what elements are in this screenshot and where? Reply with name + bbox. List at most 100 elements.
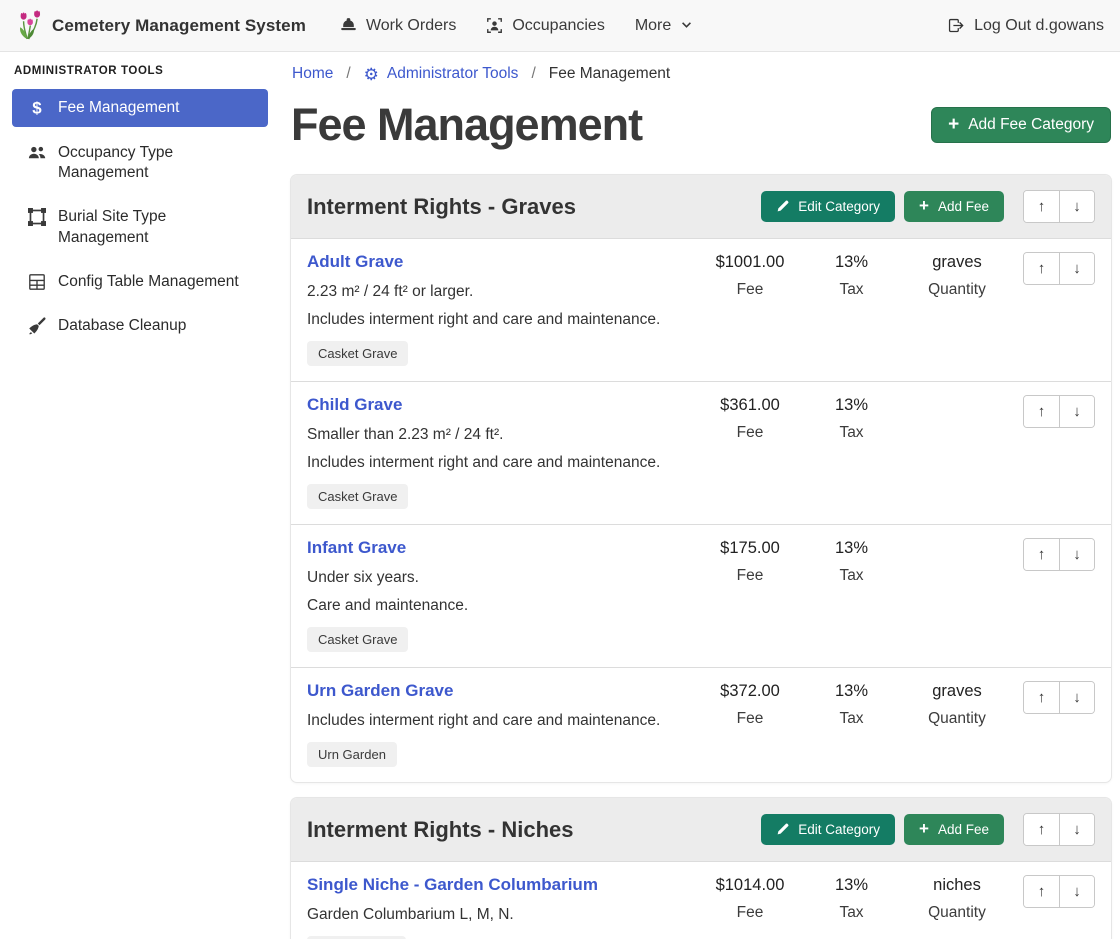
breadcrumb-separator: /: [346, 65, 350, 83]
fee-category-card: Interment Rights - Niches Edit Category …: [291, 798, 1111, 939]
hard-hat-icon: [340, 17, 357, 34]
main-content: Home / ⚙ Administrator Tools / Fee Manag…: [280, 52, 1120, 939]
move-category-down-button[interactable]: ↓: [1059, 814, 1094, 845]
fee-quantity-label: Quantity: [903, 904, 1011, 922]
fee-name-link[interactable]: Infant Grave: [307, 538, 406, 558]
category-reorder-group: ↑ ↓: [1023, 813, 1095, 846]
fee-description: Care and maintenance.: [307, 597, 692, 615]
add-fee-category-button[interactable]: + Add Fee Category: [931, 107, 1111, 143]
navbar-item[interactable]: Work Orders: [340, 17, 456, 35]
breadcrumb-admin-label: Administrator Tools: [387, 65, 519, 83]
fee-name-link[interactable]: Single Niche - Garden Columbarium: [307, 875, 598, 895]
edit-category-label: Edit Category: [798, 199, 880, 214]
navbar-item-label: More: [635, 17, 671, 35]
fee-amount-label: Fee: [700, 567, 800, 585]
category-title: Interment Rights - Niches: [307, 817, 752, 843]
fee-categories: Interment Rights - Graves Edit Category …: [291, 175, 1111, 939]
fee-name-link[interactable]: Adult Grave: [307, 252, 403, 272]
fee-description: Under six years.: [307, 569, 692, 587]
move-fee-down-button[interactable]: ↓: [1059, 396, 1094, 427]
add-fee-category-label: Add Fee Category: [968, 116, 1094, 134]
category-header: Interment Rights - Graves Edit Category …: [291, 175, 1111, 238]
fee-tax: 13%: [800, 253, 903, 272]
gear-icon: ⚙: [364, 66, 379, 83]
breadcrumb-separator: /: [531, 65, 535, 83]
plus-icon: +: [919, 820, 929, 837]
pencil-icon: [776, 200, 789, 213]
move-category-up-button[interactable]: ↑: [1024, 191, 1059, 222]
sidebar-item-occupancy-type-management[interactable]: Occupancy Type Management: [12, 135, 268, 191]
sidebar-item-config-table-management[interactable]: Config Table Management: [12, 264, 268, 300]
table-icon: [27, 272, 47, 291]
sidebar: ADMINISTRATOR TOOLS Fee Management Occup…: [0, 52, 280, 352]
add-fee-label: Add Fee: [938, 199, 989, 214]
fee-type-badge: Casket Grave: [307, 484, 408, 509]
fee-tax: 13%: [800, 682, 903, 701]
add-fee-button[interactable]: + Add Fee: [904, 814, 1004, 845]
logout-label: Log Out d.gowans: [974, 17, 1104, 35]
add-fee-button[interactable]: + Add Fee: [904, 191, 1004, 222]
sidebar-item-fee-management[interactable]: Fee Management: [12, 89, 268, 127]
fee-tax: 13%: [800, 876, 903, 895]
move-fee-up-button[interactable]: ↑: [1024, 682, 1059, 713]
fee-description: Garden Columbarium L, M, N.: [307, 906, 692, 924]
breadcrumb-home-link[interactable]: Home: [292, 65, 333, 83]
logout-icon: [947, 17, 964, 34]
fee-amount-label: Fee: [700, 710, 800, 728]
sidebar-item-database-cleanup[interactable]: Database Cleanup: [12, 308, 268, 344]
move-fee-up-button[interactable]: ↑: [1024, 539, 1059, 570]
breadcrumb: Home / ⚙ Administrator Tools / Fee Manag…: [292, 65, 1111, 83]
move-fee-down-button[interactable]: ↓: [1059, 876, 1094, 907]
pencil-icon: [776, 823, 789, 836]
sidebar-item-burial-site-type-management[interactable]: Burial Site Type Management: [12, 199, 268, 255]
fee-rows: Adult Grave 2.23 m² / 24 ft² or larger. …: [291, 238, 1111, 782]
chevron-down-icon: [680, 19, 693, 32]
fee-amount-label: Fee: [700, 904, 800, 922]
navbar-item-label: Occupancies: [512, 17, 605, 35]
fee-row: Infant Grave Under six years. Care and m…: [291, 524, 1111, 667]
fee-reorder-group: ↑ ↓: [1023, 395, 1095, 428]
move-fee-up-button[interactable]: ↑: [1024, 253, 1059, 284]
broom-icon: [27, 316, 47, 335]
move-category-down-button[interactable]: ↓: [1059, 191, 1094, 222]
fee-reorder-group: ↑ ↓: [1023, 538, 1095, 571]
fee-type-badge: Casket Grave: [307, 627, 408, 652]
logout-button[interactable]: Log Out d.gowans: [947, 17, 1104, 35]
fee-amount: $372.00: [700, 682, 800, 701]
move-category-up-button[interactable]: ↑: [1024, 814, 1059, 845]
sidebar-items: Fee Management Occupancy Type Management…: [0, 89, 280, 344]
app-brand: Cemetery Management System: [16, 10, 306, 41]
fee-description: 2.23 m² / 24 ft² or larger.: [307, 283, 692, 301]
move-fee-down-button[interactable]: ↓: [1059, 253, 1094, 284]
fee-row: Adult Grave 2.23 m² / 24 ft² or larger. …: [291, 238, 1111, 381]
page-title: Fee Management: [291, 99, 642, 151]
move-fee-down-button[interactable]: ↓: [1059, 539, 1094, 570]
fee-type-badge: Casket Grave: [307, 341, 408, 366]
fee-name-link[interactable]: Child Grave: [307, 395, 402, 415]
fee-description: Includes interment right and care and ma…: [307, 712, 692, 730]
navbar-links: Work Orders Occupancies More: [340, 17, 693, 35]
move-fee-down-button[interactable]: ↓: [1059, 682, 1094, 713]
edit-category-button[interactable]: Edit Category: [761, 814, 895, 845]
edit-category-button[interactable]: Edit Category: [761, 191, 895, 222]
plus-icon: +: [919, 197, 929, 214]
navbar-item[interactable]: Occupancies: [486, 17, 605, 35]
fee-tax: 13%: [800, 396, 903, 415]
move-fee-up-button[interactable]: ↑: [1024, 396, 1059, 427]
fee-quantity-label: Quantity: [903, 281, 1011, 299]
fee-tax-label: Tax: [800, 904, 903, 922]
breadcrumb-admin-link[interactable]: ⚙ Administrator Tools: [364, 65, 519, 83]
dollar-icon: [27, 98, 47, 117]
bounding-box-icon: [27, 207, 47, 226]
fee-rows: Single Niche - Garden Columbarium Garden…: [291, 861, 1111, 939]
navbar-item[interactable]: More: [635, 17, 693, 35]
person-badge-icon: [486, 17, 503, 34]
fee-name-link[interactable]: Urn Garden Grave: [307, 681, 453, 701]
fee-amount: $1001.00: [700, 253, 800, 272]
fee-amount-label: Fee: [700, 424, 800, 442]
fee-amount: $361.00: [700, 396, 800, 415]
fee-quantity-label: Quantity: [903, 710, 1011, 728]
sidebar-item-label: Fee Management: [58, 98, 180, 118]
people-icon: [27, 143, 47, 162]
move-fee-up-button[interactable]: ↑: [1024, 876, 1059, 907]
